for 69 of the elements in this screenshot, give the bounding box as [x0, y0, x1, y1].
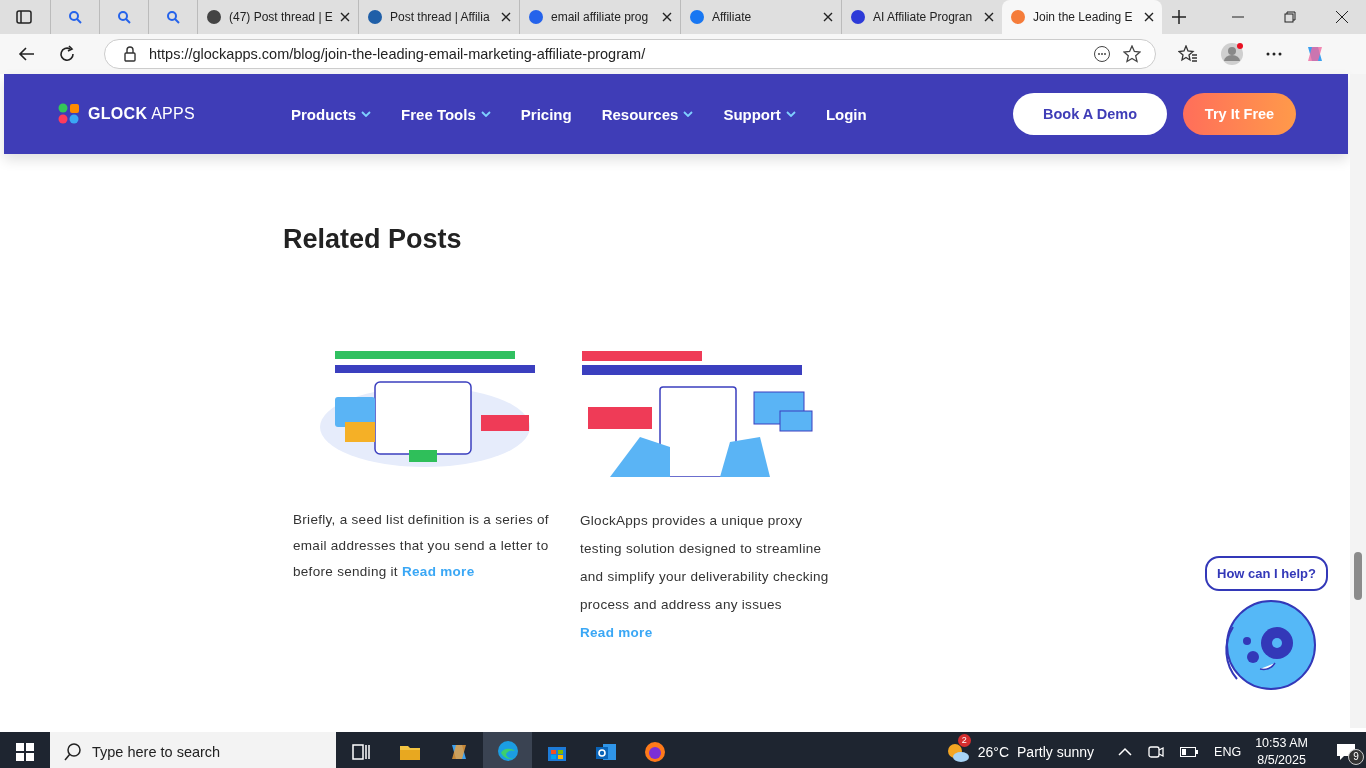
back-icon[interactable] [18, 45, 36, 63]
task-view-icon[interactable] [349, 741, 372, 763]
close-icon[interactable] [1336, 11, 1348, 23]
favicon-icon [689, 9, 705, 25]
windows-start-icon[interactable] [16, 743, 34, 761]
search-icon [166, 10, 180, 24]
tab-title: AI Affiliate Progran [873, 10, 974, 24]
language-indicator[interactable]: ENG [1214, 745, 1242, 759]
logo[interactable]: GLOCK APPS [58, 103, 196, 125]
scrollbar-thumb[interactable] [1354, 552, 1362, 600]
favorites-icon[interactable] [1178, 45, 1198, 63]
search-icon [68, 10, 82, 24]
search-placeholder: Type here to search [92, 744, 221, 760]
search-icon [64, 743, 82, 761]
firefox-icon[interactable] [643, 741, 666, 763]
tab-title: email affiliate prog [551, 10, 650, 24]
favicon-icon [850, 9, 866, 25]
star-icon[interactable] [1123, 45, 1141, 63]
browser-tab[interactable]: Join the Leading E [1002, 0, 1162, 34]
nav-link[interactable]: Free Tools [401, 105, 491, 123]
favicon-icon [206, 9, 222, 25]
tab-title: Affiliate [712, 10, 753, 24]
tab-title: (47) Post thread | E [229, 10, 333, 24]
clock-time[interactable]: 10:53 AM [1255, 735, 1308, 752]
close-icon[interactable] [340, 12, 350, 22]
chevron-up-icon[interactable] [1118, 747, 1133, 757]
outlook-icon[interactable] [594, 741, 617, 763]
nav-link[interactable]: Pricing [520, 105, 572, 123]
lock-icon [123, 46, 137, 62]
refresh-icon[interactable] [58, 45, 76, 63]
post-excerpt: GlockApps provides a unique proxy testing solution designed to streamline and simplify your deliverability checking process and address any issues Read more [580, 512, 830, 642]
notification-count: 9 [1348, 749, 1364, 765]
url-text: https://glockapps.com/blog/join-the-leading-email-marketing-affiliate-program/ [149, 46, 646, 62]
logo-icon [58, 103, 80, 125]
post-excerpt: Briefly, a seed list definition is a series of email addresses that you send a letter to before sending it Read more [293, 511, 550, 581]
favicon-icon [528, 9, 544, 25]
notification-badge: 2 [957, 734, 971, 747]
address-bar[interactable]: https://glockapps.com/blog/join-the-leading-email-marketing-affiliate-program/ [104, 39, 1156, 69]
nav-link[interactable]: Products [291, 105, 372, 123]
avatar-icon[interactable] [1220, 42, 1244, 66]
edge-browser-icon[interactable] [496, 740, 519, 762]
restore-icon[interactable] [1284, 11, 1296, 23]
logo-text: GLOCK APPS [88, 105, 196, 123]
search-icon [117, 10, 131, 24]
close-icon[interactable] [662, 12, 672, 22]
weather-text: Partly sunny [1017, 744, 1095, 760]
nav-link[interactable]: Login [825, 105, 867, 123]
favicon-icon [1010, 9, 1026, 25]
close-icon[interactable] [823, 12, 833, 22]
section-heading: Related Posts [283, 224, 463, 255]
scrollbar[interactable] [1350, 74, 1366, 728]
tab-title: Post thread | Affilia [390, 10, 491, 24]
nav-link[interactable]: Resources [601, 105, 694, 123]
favicon-icon [367, 9, 383, 25]
taskbar-search-field[interactable]: Type here to search [50, 732, 336, 768]
temperature-text: 26°C [977, 744, 1010, 760]
battery-icon[interactable] [1180, 747, 1199, 757]
sidebar-icon[interactable] [16, 9, 32, 25]
chat-bubble[interactable]: How can I help? [1205, 556, 1328, 591]
clock-date[interactable]: 8/5/2025 [1257, 752, 1306, 768]
close-icon[interactable] [501, 12, 511, 22]
camera-icon[interactable] [1148, 744, 1165, 760]
tab-title: Join the Leading E [1033, 10, 1134, 24]
more-icon[interactable] [1093, 45, 1111, 63]
close-icon[interactable] [984, 12, 994, 22]
close-icon[interactable] [1144, 12, 1154, 22]
new-tab-icon[interactable] [1172, 10, 1186, 24]
nav-link[interactable]: Support [723, 105, 796, 123]
demo-button[interactable]: Book A Demo [1013, 93, 1167, 135]
